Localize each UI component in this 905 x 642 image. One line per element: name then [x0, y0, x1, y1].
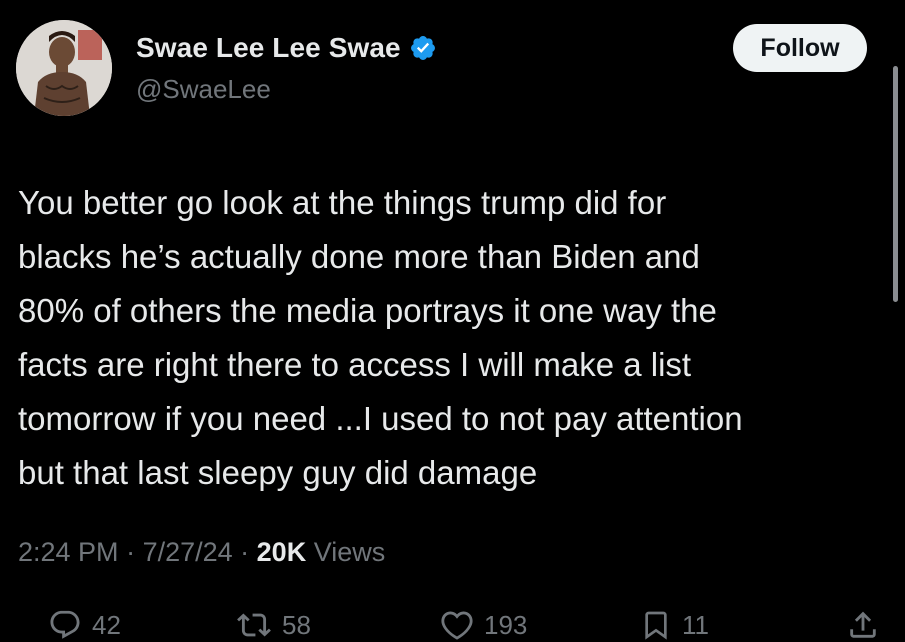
tweet-text-line: but that last sleepy guy did damage: [18, 454, 538, 491]
views-count: 20K: [256, 537, 307, 567]
retweet-button[interactable]: 58: [236, 608, 311, 642]
tweet-text-line: facts are right there to access I will m…: [18, 346, 692, 383]
retweet-count: 58: [282, 609, 311, 640]
tweet-text: You better go look at the things trump d…: [18, 176, 878, 500]
reply-button[interactable]: 42: [48, 608, 121, 642]
reply-count: 42: [92, 609, 121, 640]
meta-separator: ·: [232, 537, 257, 567]
tweet-time[interactable]: 2:24 PM: [18, 537, 119, 567]
share-button[interactable]: [846, 608, 880, 642]
bookmark-icon: [640, 608, 672, 642]
tweet-date[interactable]: 7/27/24: [143, 537, 233, 567]
retweet-icon: [236, 608, 272, 642]
views-label: Views: [306, 537, 386, 567]
verified-badge-icon: [409, 34, 437, 62]
reply-icon: [48, 608, 82, 642]
share-icon: [846, 608, 880, 642]
tweet-text-line: tomorrow if you need ...I used to not pa…: [18, 400, 743, 437]
avatar[interactable]: [16, 20, 112, 116]
avatar-image: [16, 20, 112, 116]
tweet-text-line: You better go look at the things trump d…: [18, 184, 667, 221]
scrollbar[interactable]: [893, 66, 898, 302]
bookmark-count: 11: [682, 609, 709, 640]
user-name-row: Swae Lee Lee Swae: [136, 32, 437, 64]
follow-button[interactable]: Follow: [733, 24, 867, 72]
like-count: 193: [484, 609, 528, 640]
bookmark-button[interactable]: 11: [640, 608, 709, 642]
action-bar: 42 58 193 11: [0, 602, 905, 642]
tweet-text-line: 80% of others the media portrays it one …: [18, 292, 717, 329]
heart-icon: [440, 608, 474, 642]
user-handle[interactable]: @SwaeLee: [136, 74, 271, 105]
display-name[interactable]: Swae Lee Lee Swae: [136, 32, 401, 64]
tweet-text-line: blacks he’s actually done more than Bide…: [18, 238, 700, 275]
like-button[interactable]: 193: [440, 608, 527, 642]
meta-separator: ·: [118, 537, 143, 567]
tweet-meta: 2:24 PM · 7/27/24 · 20K Views: [18, 537, 385, 568]
